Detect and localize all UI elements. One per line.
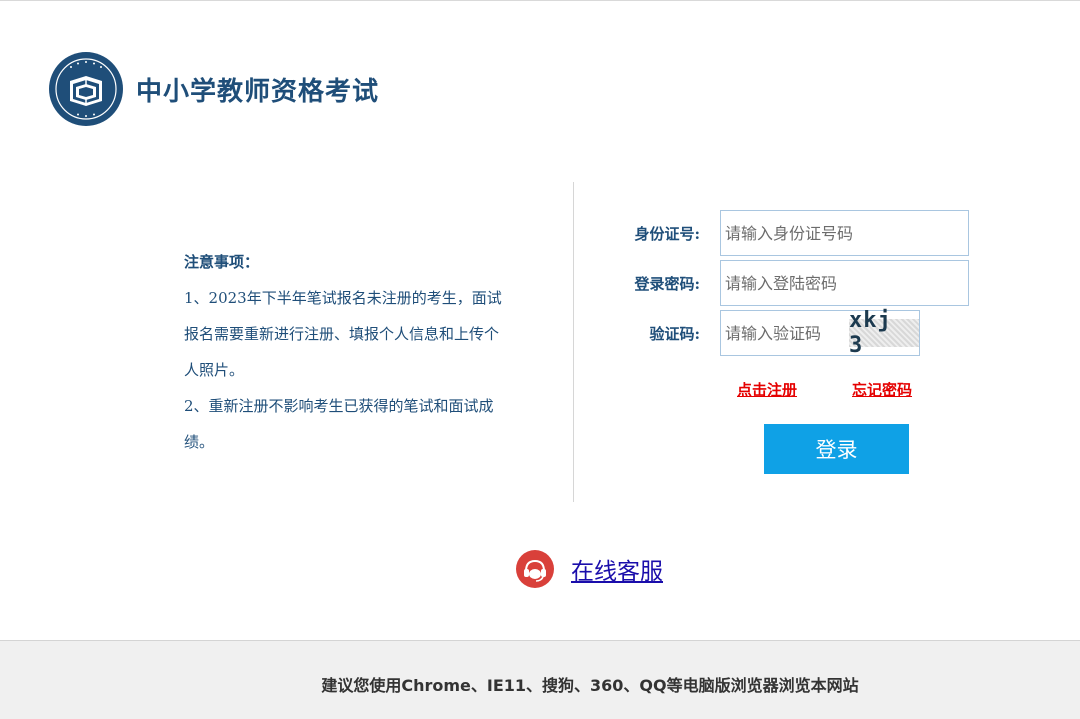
captcha-label: 验证码:: [649, 324, 700, 343]
register-link[interactable]: 点击注册: [737, 379, 797, 400]
forgot-password-link[interactable]: 忘记密码: [852, 379, 912, 400]
password-label: 登录密码:: [634, 274, 700, 293]
password-input[interactable]: [720, 260, 969, 306]
page-footer: 建议您使用Chrome、IE11、搜狗、360、QQ等电脑版浏览器浏览本网站: [0, 640, 1080, 719]
captcha-row: 验证码: xkj 3: [600, 308, 980, 358]
notice-panel: 注意事项： 1、2023年下半年笔试报名未注册的考生，面试 报名需要重新进行注册…: [184, 244, 554, 460]
browser-recommendation: 建议您使用Chrome、IE11、搜狗、360、QQ等电脑版浏览器浏览本网站: [321, 676, 859, 695]
vertical-divider: [573, 182, 574, 502]
notice-line: 2、重新注册不影响考生已获得的笔试和面试成: [184, 397, 494, 415]
captcha-box: xkj 3: [720, 308, 920, 358]
online-service[interactable]: 在线客服: [516, 549, 663, 589]
top-rule: [0, 0, 1080, 1]
exam-emblem-icon: [49, 52, 123, 126]
id-number-input[interactable]: [720, 210, 969, 256]
notice-heading: 注意事项：: [184, 253, 260, 271]
password-row: 登录密码:: [600, 260, 980, 306]
site-title: 中小学教师资格考试: [136, 76, 380, 107]
notice-line: 人照片。: [184, 361, 245, 379]
site-header: 中小学教师资格考试: [48, 50, 379, 128]
notice-line: 1、2023年下半年笔试报名未注册的考生，面试: [184, 289, 502, 307]
captcha-input[interactable]: [721, 311, 845, 355]
online-service-link[interactable]: 在线客服: [571, 552, 663, 586]
login-button[interactable]: 登录: [764, 424, 909, 474]
id-number-row: 身份证号:: [600, 210, 980, 256]
id-number-label: 身份证号:: [634, 224, 700, 243]
notice-line: 绩。: [184, 433, 215, 451]
notice-line: 报名需要重新进行注册、填报个人信息和上传个: [184, 325, 500, 343]
customer-service-headset-icon[interactable]: [516, 550, 554, 588]
captcha-image[interactable]: xkj 3: [849, 308, 919, 358]
